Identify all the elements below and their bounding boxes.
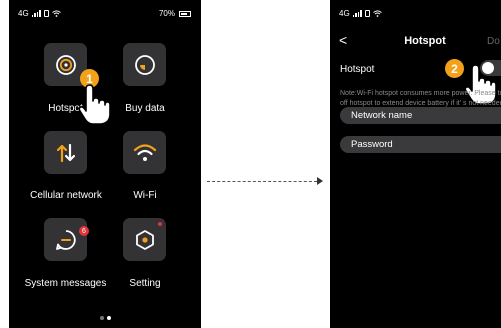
sim-icon <box>364 10 370 17</box>
hotspot-note: Note:Wi-Fi hotspot consumes more power. … <box>340 90 501 107</box>
password-field[interactable]: Password <box>340 136 501 153</box>
page-dot-1 <box>100 316 104 320</box>
system-messages-tile[interactable] <box>44 218 87 261</box>
hotspot-screen: 4G 70% < Hotspot Do Hotspot 2 Note:Wi-Fi… <box>330 0 501 328</box>
signal-icon <box>352 10 362 17</box>
signal-icon <box>31 10 41 17</box>
cellular-network-icon <box>56 143 75 162</box>
network-type: 4G <box>339 9 350 18</box>
status-bar: 4G 70% <box>9 9 201 21</box>
wifi-tile[interactable] <box>123 131 166 174</box>
battery-icon <box>179 10 191 17</box>
hotspot-icon <box>55 54 76 75</box>
network-type: 4G <box>18 9 29 18</box>
hotspot-toggle-label: Hotspot <box>340 64 375 75</box>
network-name-field[interactable]: Network name <box>340 107 501 124</box>
system-messages-label: System messages <box>24 278 107 289</box>
status-bar: 4G 70% <box>330 9 501 21</box>
unread-badge: 6 <box>79 226 89 236</box>
buy-data-tile[interactable] <box>123 43 166 86</box>
sim-icon <box>43 10 49 17</box>
cellular-network-label: Cellular network <box>30 190 102 201</box>
battery-percent: 70% <box>158 9 175 18</box>
buy-data-label: Buy data <box>125 103 165 114</box>
transition-arrow-head <box>317 177 323 185</box>
home-screen: 4G 70% Hotspot 1 Buy data Cellular netwo… <box>9 0 201 328</box>
buy-data-icon <box>134 54 155 75</box>
wifi-icon <box>133 143 156 161</box>
page-dot-2 <box>107 316 111 320</box>
wifi-label: Wi-Fi <box>133 190 157 201</box>
page-title: Hotspot <box>404 35 446 47</box>
done-button[interactable]: Do <box>487 36 500 47</box>
setting-icon <box>135 229 154 250</box>
pointing-hand-icon <box>78 84 111 125</box>
step-2-marker: 2 <box>445 59 464 78</box>
wifi-status-icon <box>51 10 61 17</box>
page-indicator <box>100 316 111 320</box>
cellular-network-tile[interactable] <box>44 131 87 174</box>
system-messages-icon <box>55 229 76 250</box>
transition-arrow-line <box>207 181 317 182</box>
setting-label: Setting <box>129 278 161 289</box>
wifi-status-icon <box>372 10 382 17</box>
setting-notification-dot <box>158 222 162 226</box>
